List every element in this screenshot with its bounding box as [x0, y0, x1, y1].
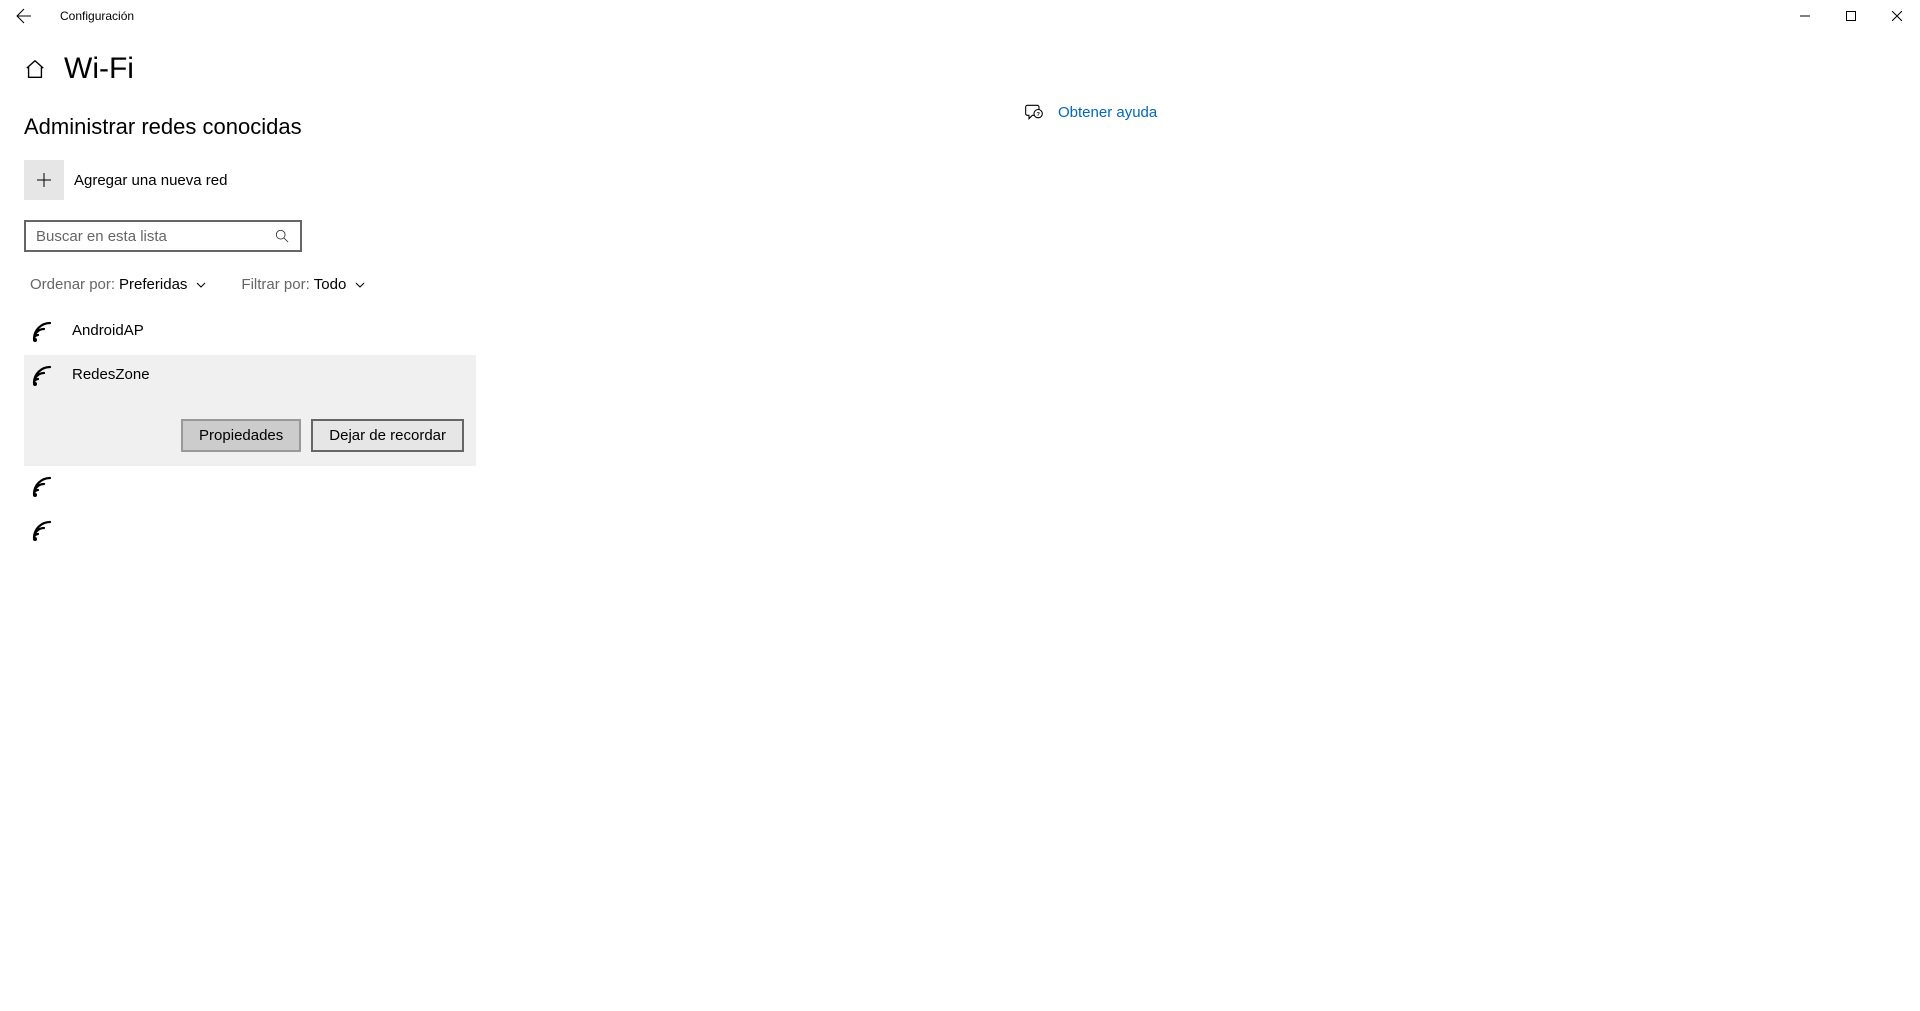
forget-button[interactable]: Dejar de recordar	[311, 419, 464, 452]
arrow-left-icon	[16, 8, 32, 24]
network-name: AndroidAP	[72, 322, 144, 339]
search-button[interactable]	[268, 222, 296, 250]
network-name: RedesZone	[72, 366, 150, 383]
titlebar: Configuración	[0, 0, 1920, 32]
network-item[interactable]	[24, 510, 476, 554]
minimize-icon	[1800, 11, 1810, 21]
add-network-label: Agregar una nueva red	[74, 172, 227, 189]
wifi-icon	[30, 520, 58, 544]
sort-label: Ordenar por:	[30, 276, 115, 293]
filter-dropdown[interactable]: Filtrar por: Todo	[241, 276, 366, 293]
plus-icon	[36, 172, 52, 188]
side-column: ? Obtener ayuda	[1024, 52, 1344, 554]
app-title: Configuración	[60, 9, 134, 23]
plus-icon-box	[24, 160, 64, 200]
home-button[interactable]	[24, 58, 46, 80]
wifi-icon	[30, 321, 58, 345]
page-title: Wi-Fi	[64, 52, 134, 86]
filter-value: Todo	[314, 276, 347, 293]
minimize-button[interactable]	[1782, 0, 1828, 32]
window-controls	[1782, 0, 1920, 32]
add-network-button[interactable]: Agregar una nueva red	[24, 160, 227, 200]
maximize-button[interactable]	[1828, 0, 1874, 32]
back-button[interactable]	[0, 0, 48, 32]
help-link[interactable]: Obtener ayuda	[1058, 104, 1157, 121]
search-icon	[275, 229, 289, 243]
filter-row: Ordenar por: Preferidas Filtrar por: Tod…	[24, 276, 1024, 293]
help-row: ? Obtener ayuda	[1024, 102, 1344, 122]
wifi-icon	[30, 476, 58, 500]
sort-dropdown[interactable]: Ordenar por: Preferidas	[30, 276, 207, 293]
close-icon	[1892, 11, 1902, 21]
maximize-icon	[1846, 11, 1856, 21]
network-item[interactable]	[24, 466, 476, 510]
chevron-down-icon	[354, 279, 366, 291]
page-header: Wi-Fi	[24, 52, 1024, 86]
home-icon	[24, 58, 46, 80]
network-item-selected[interactable]: RedesZone Propiedades Dejar de recordar	[24, 355, 476, 466]
network-list: AndroidAP RedesZone Propiedades Dejar de…	[24, 311, 476, 554]
sort-value: Preferidas	[119, 276, 187, 293]
chevron-down-icon	[195, 279, 207, 291]
filter-label: Filtrar por:	[241, 276, 309, 293]
main-column: Wi-Fi Administrar redes conocidas Agrega…	[24, 52, 1024, 554]
close-button[interactable]	[1874, 0, 1920, 32]
search-box[interactable]	[24, 220, 302, 252]
network-actions: Propiedades Dejar de recordar	[30, 419, 464, 452]
search-input[interactable]	[36, 228, 268, 245]
properties-button[interactable]: Propiedades	[181, 419, 301, 452]
content: Wi-Fi Administrar redes conocidas Agrega…	[0, 32, 1920, 554]
section-title: Administrar redes conocidas	[24, 114, 1024, 140]
wifi-icon	[30, 365, 58, 389]
help-icon: ?	[1024, 102, 1044, 122]
network-item[interactable]: AndroidAP	[24, 311, 476, 355]
svg-text:?: ?	[1036, 112, 1040, 118]
